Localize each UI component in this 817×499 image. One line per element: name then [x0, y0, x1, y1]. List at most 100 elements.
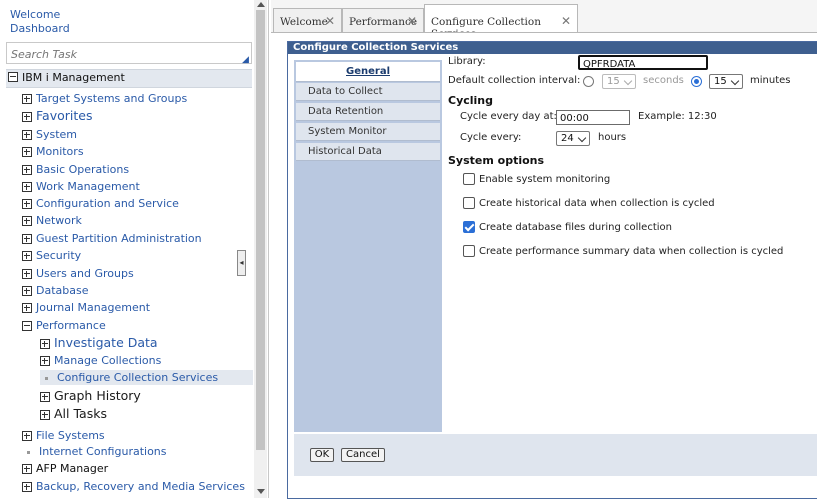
expand-icon[interactable]	[40, 356, 50, 366]
expand-icon[interactable]	[22, 94, 32, 104]
expand-icon[interactable]	[40, 391, 50, 402]
nav-item-afp-manager[interactable]: AFP Manager	[22, 462, 108, 476]
nav-item-backup-recovery[interactable]: Backup, Recovery and Media Services	[22, 480, 245, 494]
bullet-icon	[27, 450, 30, 454]
tab-welcome[interactable]: Welcome ✕	[273, 8, 342, 32]
nav-item-basic-operations[interactable]: Basic Operations	[22, 163, 129, 177]
nav-item-performance[interactable]: Performance	[22, 319, 106, 333]
side-tab-data-retention[interactable]: Data Retention	[296, 103, 440, 121]
minutes-label: minutes	[750, 75, 791, 86]
tab-configure-collection-services[interactable]: Configure Collection Services✕	[424, 4, 578, 40]
chevron-down-icon	[577, 133, 587, 143]
side-tab-list: General Data to Collect Data Retention S…	[294, 60, 442, 432]
tab-performance[interactable]: Performance ✕	[342, 8, 424, 32]
nav-root-ibm-i-management[interactable]: IBM i Management	[6, 69, 252, 88]
expand-icon[interactable]	[40, 338, 50, 349]
scroll-thumb[interactable]	[256, 10, 265, 450]
library-input[interactable]: QPFRDATA	[578, 55, 708, 70]
expand-icon[interactable]	[22, 286, 32, 296]
expand-icon[interactable]	[22, 216, 32, 226]
panel-footer: OK Cancel	[294, 434, 817, 476]
expand-icon[interactable]	[22, 251, 32, 261]
cycling-header: Cycling	[448, 94, 494, 107]
nav-item-manage-collections[interactable]: Manage Collections	[40, 354, 161, 368]
expand-icon[interactable]	[22, 199, 32, 209]
hours-label: hours	[598, 132, 627, 143]
expand-icon[interactable]	[22, 130, 32, 140]
nav-item-system[interactable]: System	[22, 128, 77, 142]
seconds-select[interactable]: 15	[602, 74, 636, 89]
close-icon[interactable]: ✕	[407, 14, 417, 28]
expand-icon[interactable]	[22, 111, 32, 122]
tab-bar: Welcome ✕ Performance ✕ Configure Collecti…	[271, 4, 817, 40]
nav-item-target-systems[interactable]: Target Systems and Groups	[22, 92, 187, 106]
nav-item-database[interactable]: Database	[22, 284, 89, 298]
collapse-nav-handle[interactable]: ◂	[237, 250, 246, 276]
create-summary-checkbox[interactable]	[463, 245, 475, 257]
expand-icon[interactable]	[22, 234, 32, 244]
scroll-up-arrow-icon[interactable]	[257, 2, 265, 7]
chevron-down-icon	[623, 76, 633, 86]
expand-icon[interactable]	[22, 431, 32, 441]
expand-icon[interactable]	[22, 165, 32, 175]
expand-icon[interactable]	[22, 464, 32, 474]
nav-item-journal-management[interactable]: Journal Management	[22, 301, 150, 315]
expand-icon[interactable]	[22, 303, 32, 313]
nav-item-investigate-data[interactable]: Investigate Data	[40, 336, 158, 350]
library-label: Library:	[448, 56, 486, 67]
seconds-radio[interactable]	[583, 76, 594, 87]
expand-icon[interactable]	[22, 269, 32, 279]
expand-icon[interactable]	[22, 482, 32, 492]
expand-icon[interactable]	[22, 182, 32, 192]
search-task-box: ◢	[6, 42, 252, 65]
nav-item-guest-partition[interactable]: Guest Partition Administration	[22, 232, 202, 246]
navigation-pane: Welcome Dashboard ◢ IBM i Management Tar…	[0, 0, 269, 498]
nav-item-graph-history[interactable]: Graph History	[40, 389, 141, 403]
seconds-label: seconds	[643, 75, 684, 86]
nav-item-all-tasks[interactable]: All Tasks	[40, 407, 107, 421]
nav-scrollbar[interactable]	[254, 0, 267, 498]
nav-item-configuration-and-service[interactable]: Configuration and Service	[22, 197, 179, 211]
scroll-down-arrow-icon[interactable]	[257, 489, 265, 494]
cycle-hours-select[interactable]: 24	[556, 131, 590, 146]
ok-button[interactable]: OK	[310, 448, 334, 462]
expand-icon[interactable]	[22, 147, 32, 157]
side-tab-system-monitor-categories[interactable]: System Monitor Categories	[296, 123, 440, 155]
minutes-radio[interactable]	[691, 76, 702, 87]
collection-interval-label: Default collection interval:	[448, 75, 581, 86]
cycle-day-label: Cycle every day at:	[460, 111, 557, 122]
close-icon[interactable]: ✕	[325, 14, 335, 28]
nav-item-file-systems[interactable]: File Systems	[22, 429, 105, 443]
side-tab-data-to-collect[interactable]: Data to Collect	[296, 83, 440, 101]
cancel-button[interactable]: Cancel	[341, 448, 385, 462]
search-icon[interactable]: ◢	[242, 55, 249, 65]
nav-item-monitors[interactable]: Monitors	[22, 145, 84, 159]
nav-item-security[interactable]: Security	[22, 249, 81, 263]
expand-icon[interactable]	[40, 409, 50, 420]
collapse-icon[interactable]	[8, 72, 18, 82]
nav-item-users-and-groups[interactable]: Users and Groups	[22, 267, 134, 281]
general-form: Library: QPFRDATA Default collection int…	[448, 55, 817, 428]
create-historical-checkbox[interactable]	[463, 197, 475, 209]
cycle-every-label: Cycle every:	[460, 132, 522, 143]
search-task-input[interactable]	[9, 44, 233, 64]
nav-item-favorites[interactable]: Favorites	[22, 109, 92, 123]
nav-item-internet-configurations[interactable]: Internet Configurations	[27, 445, 167, 459]
create-database-files-checkbox[interactable]	[463, 221, 475, 233]
nav-item-configure-collection-services[interactable]: Configure Collection Services	[45, 371, 218, 385]
minutes-select[interactable]: 15	[709, 74, 743, 89]
create-historical-label: Create historical data when collection i…	[479, 198, 715, 209]
cycle-time-input[interactable]: 00:00	[556, 110, 630, 125]
system-options-header: System options	[448, 154, 545, 167]
chevron-down-icon	[730, 76, 740, 86]
enable-monitoring-checkbox[interactable]	[463, 173, 475, 185]
side-tab-general[interactable]: General	[296, 62, 440, 82]
main-area: Welcome ✕ Performance ✕ Configure Collecti…	[271, 0, 817, 499]
welcome-link[interactable]: Welcome	[10, 8, 60, 21]
dashboard-link[interactable]: Dashboard	[10, 22, 70, 35]
side-tab-historical-data[interactable]: Historical Data	[296, 143, 440, 161]
close-icon[interactable]: ✕	[561, 14, 571, 28]
collapse-icon[interactable]	[22, 321, 32, 331]
nav-item-work-management[interactable]: Work Management	[22, 180, 140, 194]
nav-item-network[interactable]: Network	[22, 214, 82, 228]
